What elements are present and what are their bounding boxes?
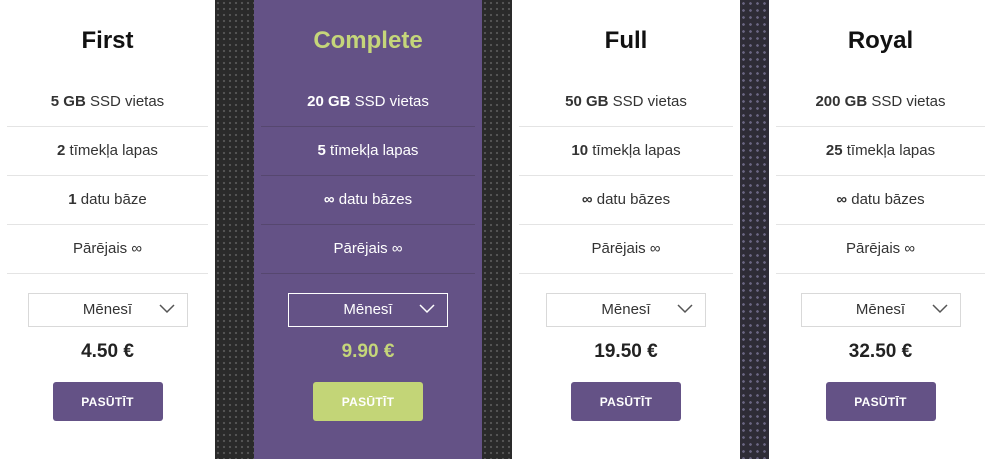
- feature-other: Pārējais ∞: [519, 225, 733, 274]
- billing-period-select[interactable]: Mēnesī: [288, 293, 448, 327]
- background-texture: [215, 0, 254, 459]
- billing-period-select[interactable]: Mēnesī: [800, 293, 961, 327]
- billing-period-value: Mēnesī: [343, 301, 393, 318]
- feature-list: 5 GB SSD vietas 2 tīmekļa lapas 1 datu b…: [7, 78, 208, 274]
- feature-databases: ∞ datu bāzes: [261, 176, 475, 225]
- order-button[interactable]: PASŪTĪT: [571, 382, 681, 421]
- plan-card-royal: Royal 200 GB SSD vietas 25 tīmekļa lapas…: [769, 0, 992, 459]
- order-button[interactable]: PASŪTĪT: [825, 382, 936, 421]
- plan-card-first: First 5 GB SSD vietas 2 tīmekļa lapas 1 …: [0, 0, 215, 459]
- chevron-down-icon: [931, 304, 948, 314]
- billing-period-select[interactable]: Mēnesī: [27, 293, 188, 327]
- plan-title: Complete: [313, 27, 423, 54]
- plan-price: 9.90 €: [341, 341, 395, 362]
- feature-websites: 10 tīmekļa lapas: [519, 127, 733, 176]
- plan-title: Full: [604, 27, 648, 54]
- plan-card-full: Full 50 GB SSD vietas 10 tīmekļa lapas ∞…: [512, 0, 740, 459]
- feature-other: Pārējais ∞: [7, 225, 208, 274]
- chevron-down-icon: [419, 304, 435, 314]
- plan-card-complete: Complete 20 GB SSD vietas 5 tīmekļa lapa…: [254, 0, 482, 459]
- feature-websites: 25 tīmekļa lapas: [776, 127, 985, 176]
- feature-list: 200 GB SSD vietas 25 tīmekļa lapas ∞ dat…: [776, 78, 985, 274]
- chevron-down-icon: [677, 304, 693, 314]
- billing-period-select[interactable]: Mēnesī: [546, 293, 706, 327]
- plan-title: Royal: [847, 27, 914, 54]
- billing-period-value: Mēnesī: [855, 301, 906, 318]
- background-texture: [740, 0, 769, 459]
- feature-list: 20 GB SSD vietas 5 tīmekļa lapas ∞ datu …: [261, 78, 475, 274]
- feature-storage: 5 GB SSD vietas: [7, 78, 208, 127]
- chevron-down-icon: [158, 304, 175, 314]
- feature-websites: 2 tīmekļa lapas: [7, 127, 208, 176]
- feature-websites: 5 tīmekļa lapas: [261, 127, 475, 176]
- feature-databases: 1 datu bāze: [7, 176, 208, 225]
- feature-databases: ∞ datu bāzes: [776, 176, 985, 225]
- feature-list: 50 GB SSD vietas 10 tīmekļa lapas ∞ datu…: [519, 78, 733, 274]
- plan-price: 32.50 €: [848, 341, 913, 362]
- order-button[interactable]: PASŪTĪT: [313, 382, 423, 421]
- order-button[interactable]: PASŪTĪT: [52, 382, 163, 421]
- background-texture: [482, 0, 512, 459]
- feature-storage: 50 GB SSD vietas: [519, 78, 733, 127]
- plan-title: First: [81, 27, 134, 54]
- billing-period-value: Mēnesī: [82, 301, 133, 318]
- plan-price: 19.50 €: [594, 341, 658, 362]
- feature-databases: ∞ datu bāzes: [519, 176, 733, 225]
- feature-other: Pārējais ∞: [261, 225, 475, 274]
- feature-storage: 20 GB SSD vietas: [261, 78, 475, 127]
- plan-price: 4.50 €: [81, 341, 134, 362]
- feature-storage: 200 GB SSD vietas: [776, 78, 985, 127]
- feature-other: Pārējais ∞: [776, 225, 985, 274]
- billing-period-value: Mēnesī: [601, 301, 651, 318]
